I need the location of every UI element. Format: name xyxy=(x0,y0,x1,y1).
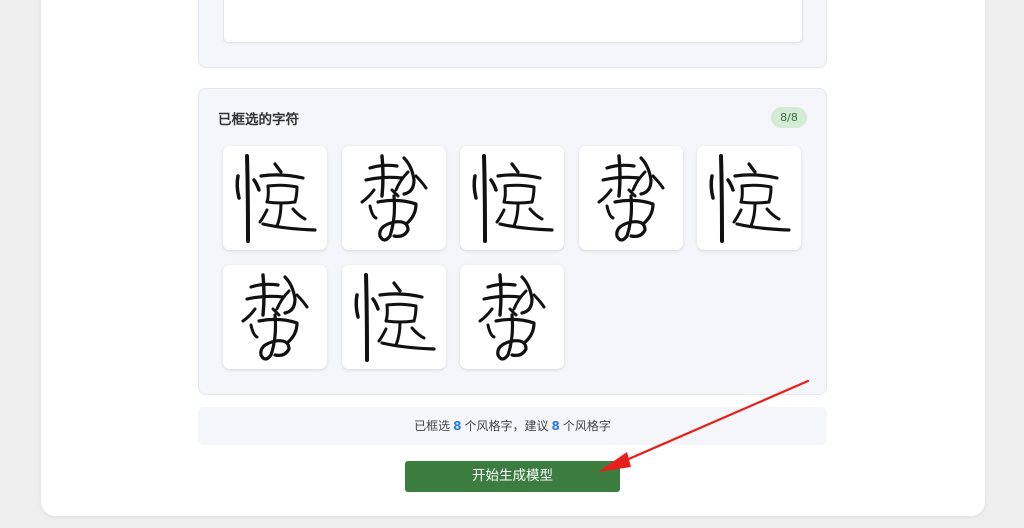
selected-character-tile[interactable] xyxy=(342,146,446,250)
selected-character-tile[interactable] xyxy=(460,265,564,369)
selected-character-tile[interactable] xyxy=(342,265,446,369)
panel-title: 已框选的字符 xyxy=(218,112,299,128)
selected-character-tile[interactable] xyxy=(697,146,801,250)
summary-suffix: 个风格字 xyxy=(562,419,611,433)
character-glyph-jing xyxy=(354,273,436,362)
start-generate-model-button[interactable]: 开始生成模型 xyxy=(405,461,620,492)
summary-middle: 个风格字，建议 xyxy=(464,419,549,433)
character-glyph-jing xyxy=(709,154,791,243)
upload-section xyxy=(198,0,827,68)
selection-summary: 已框选 8 个风格字，建议 8 个风格字 xyxy=(198,407,827,445)
character-glyph-jing xyxy=(472,154,554,243)
selected-character-tile[interactable] xyxy=(223,146,327,250)
character-glyph-shi xyxy=(360,154,428,242)
character-glyph-shi xyxy=(597,154,665,242)
suggested-count: 8 xyxy=(551,419,560,433)
character-glyph-jing xyxy=(235,154,317,243)
selection-count-badge: 8/8 xyxy=(771,107,807,128)
selected-character-tile[interactable] xyxy=(460,146,564,250)
character-glyph-shi xyxy=(241,273,309,361)
selected-character-tile[interactable] xyxy=(579,146,683,250)
selected-count: 8 xyxy=(453,419,462,433)
image-preview-area[interactable] xyxy=(223,0,803,43)
summary-prefix: 已框选 xyxy=(414,419,451,433)
selected-character-tile[interactable] xyxy=(223,265,327,369)
character-glyph-shi xyxy=(478,273,546,361)
